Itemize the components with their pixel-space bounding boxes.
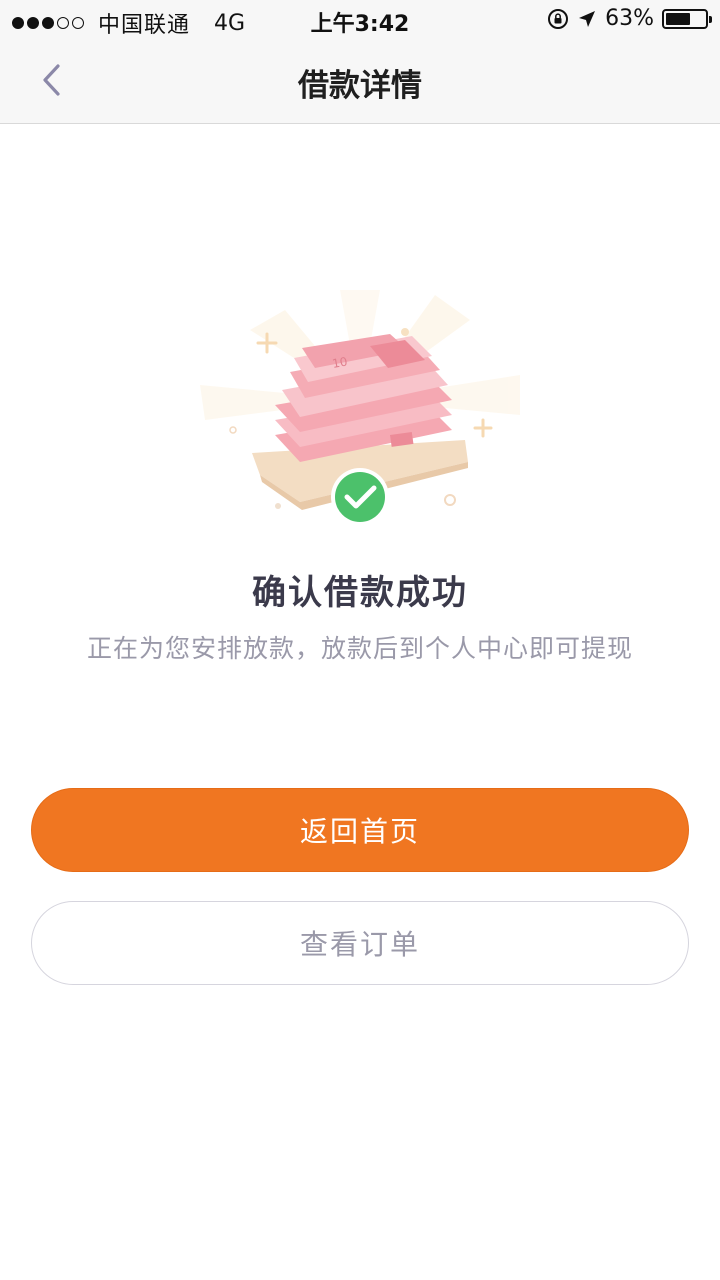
return-home-button[interactable]: 返回首页 <box>31 788 689 872</box>
page-title: 借款详情 <box>298 68 422 104</box>
status-right: 63% <box>547 6 712 31</box>
success-title: 确认借款成功 <box>252 573 468 613</box>
battery-icon <box>662 8 712 29</box>
battery-percent: 63% <box>605 6 654 31</box>
success-subtitle: 正在为您安排放款，放款后到个人中心即可提现 <box>86 634 633 663</box>
money-stack-illustration: 10 <box>200 290 520 526</box>
battery-level <box>666 12 690 25</box>
status-bar: 中国联通 4G 上午3:42 63% <box>0 0 720 40</box>
svg-text:10: 10 <box>331 355 348 371</box>
orientation-lock-icon <box>548 8 569 29</box>
check-circle-icon <box>331 468 389 526</box>
view-orders-button[interactable]: 查看订单 <box>31 901 689 985</box>
nav-bar: 借款详情 <box>0 40 720 124</box>
location-arrow-icon <box>579 10 596 27</box>
